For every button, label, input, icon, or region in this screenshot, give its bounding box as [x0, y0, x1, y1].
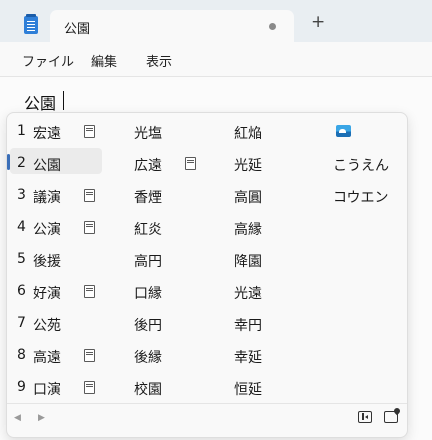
candidate-item[interactable]: 公苑	[33, 315, 61, 335]
candidate-item[interactable]: 公演	[33, 219, 61, 239]
candidate-item[interactable]: 幸延	[234, 347, 262, 367]
candidate-item[interactable]: 高圓	[234, 187, 262, 207]
dictionary-icon[interactable]	[84, 221, 95, 234]
expand-view-icon[interactable]	[358, 411, 372, 423]
candidate-item[interactable]: 後援	[33, 251, 61, 271]
emoji-panel-icon[interactable]	[384, 411, 398, 423]
composition-text: 公園	[24, 94, 57, 113]
candidate-item[interactable]: 後縁	[134, 347, 162, 367]
candidate-number: 7	[17, 315, 26, 331]
dictionary-icon[interactable]	[84, 349, 95, 362]
candidate-item[interactable]: 光塩	[134, 123, 162, 143]
prev-page-icon[interactable]: ◀	[14, 413, 21, 423]
candidate-item[interactable]: 恒延	[234, 379, 262, 399]
next-page-icon[interactable]: ▶	[38, 413, 45, 423]
candidate-number: 5	[17, 251, 26, 267]
tab-title: 公園	[64, 22, 91, 37]
candidate-item[interactable]: コウエン	[333, 187, 388, 207]
candidate-item[interactable]: 後円	[134, 315, 162, 335]
candidate-number: 9	[17, 379, 26, 395]
candidate-number: 1	[17, 123, 26, 139]
candidate-item[interactable]: 口演	[33, 379, 61, 399]
selected-candidate-indicator	[7, 154, 10, 170]
candidate-item[interactable]: 光遠	[234, 283, 262, 303]
candidate-item[interactable]: 高遠	[33, 347, 61, 367]
candidate-item[interactable]: 高円	[134, 251, 162, 271]
dictionary-icon[interactable]	[84, 285, 95, 298]
candidate-number: 3	[17, 187, 26, 203]
unsaved-dot-icon[interactable]	[269, 23, 276, 30]
new-tab-button[interactable]: +	[311, 14, 325, 31]
candidate-item-selected[interactable]: 公園	[33, 155, 61, 175]
footer-divider	[7, 403, 407, 404]
text-caret	[63, 91, 64, 110]
candidate-number: 4	[17, 219, 26, 235]
candidate-item[interactable]: 高縁	[234, 219, 262, 239]
candidate-item[interactable]: こうえん	[333, 155, 389, 175]
candidate-item[interactable]: 光延	[234, 155, 262, 175]
tab-document[interactable]: 公園	[50, 10, 294, 42]
menu-view[interactable]: 表示	[146, 51, 172, 70]
candidate-item[interactable]: 降園	[234, 251, 262, 271]
candidate-item[interactable]: 校園	[134, 379, 162, 399]
candidate-number: 8	[17, 347, 26, 363]
candidate-item[interactable]: 広遠	[134, 155, 162, 175]
candidate-item[interactable]: 香煙	[134, 187, 162, 207]
candidate-item[interactable]: 紅焔	[234, 123, 262, 143]
menu-edit[interactable]: 編集	[91, 51, 117, 70]
dictionary-icon[interactable]	[185, 157, 196, 170]
candidate-item[interactable]: 宏遠	[33, 123, 61, 143]
dictionary-icon[interactable]	[84, 189, 95, 202]
menu-bar: ファイル 編集 表示	[0, 42, 432, 77]
title-bar: 公園 +	[0, 0, 432, 42]
candidate-item[interactable]: 幸円	[234, 315, 262, 335]
notepad-icon	[24, 14, 38, 34]
candidate-number: 2	[17, 155, 26, 171]
image-candidate-icon[interactable]	[336, 125, 351, 137]
candidate-item[interactable]: 紅炎	[134, 219, 162, 239]
candidate-item[interactable]: 議演	[33, 187, 61, 207]
candidate-item[interactable]: 口縁	[134, 283, 162, 303]
candidate-number: 6	[17, 283, 26, 299]
ime-candidate-window: 1 2 3 4 5 6 7 8 9 宏遠 公園 議演 公演 後援 好演 公苑 高…	[6, 112, 408, 438]
candidate-item[interactable]: 好演	[33, 283, 61, 303]
menu-file[interactable]: ファイル	[22, 51, 74, 70]
dictionary-icon[interactable]	[84, 125, 95, 138]
dictionary-icon[interactable]	[84, 381, 95, 394]
